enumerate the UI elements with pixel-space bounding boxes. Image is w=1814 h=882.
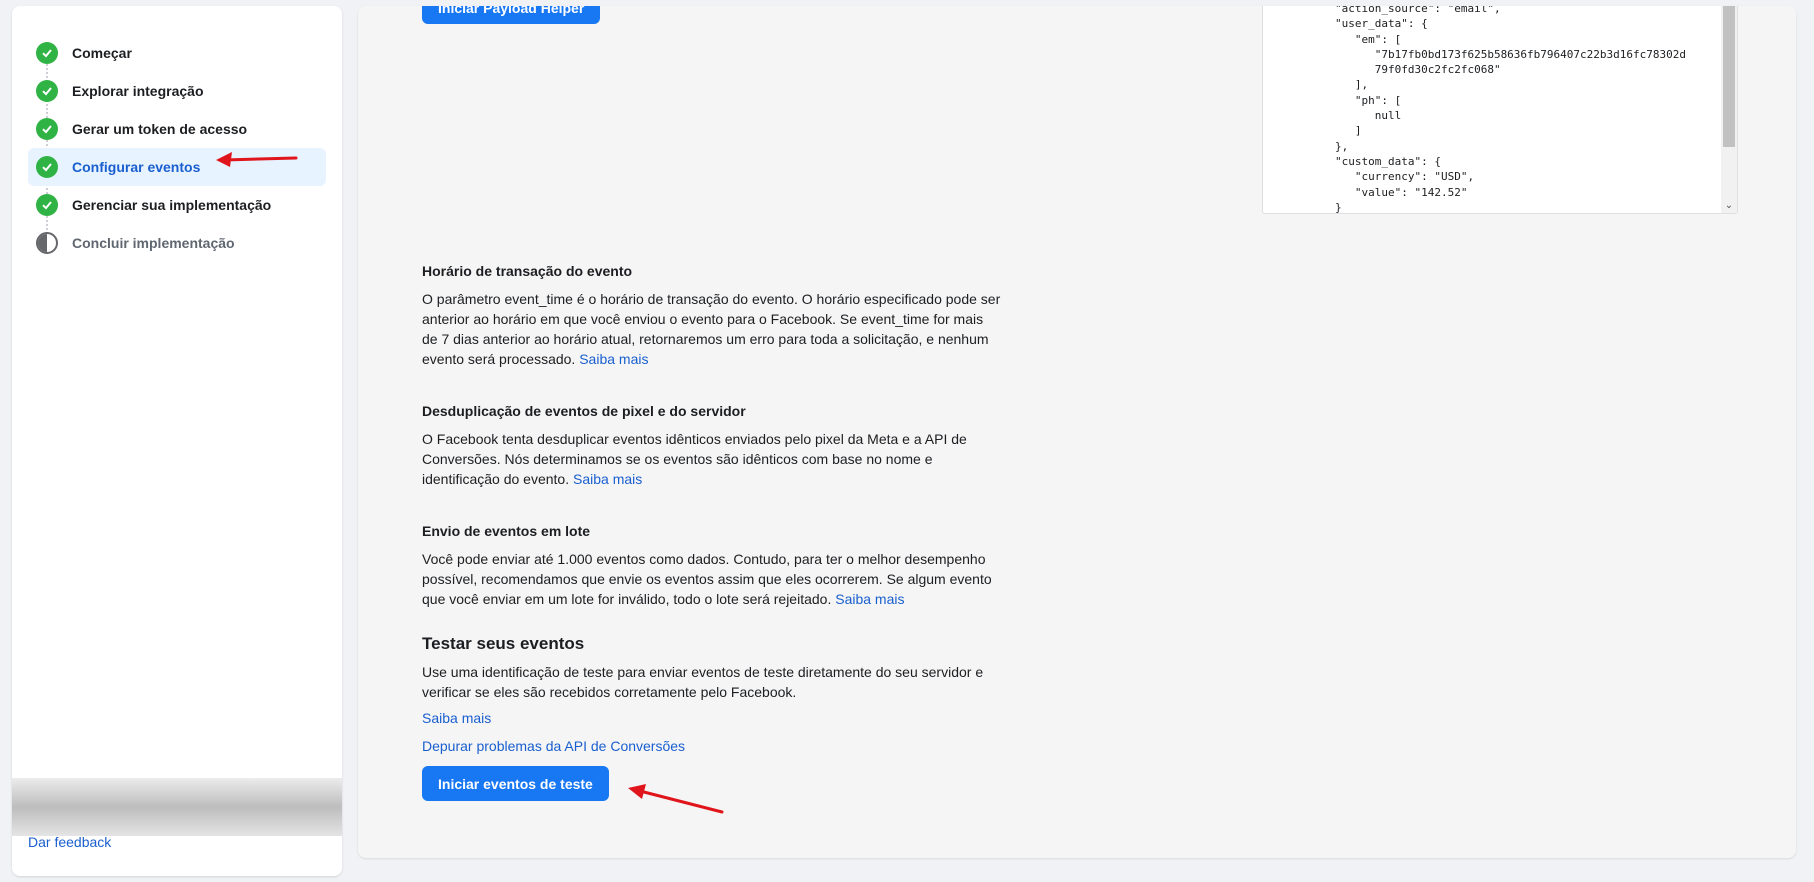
annotation-arrow-icon [628, 784, 724, 814]
test-events-title: Testar seus eventos [422, 634, 585, 653]
step-label: Gerar um token de acesso [72, 121, 248, 137]
section-title-dedup: Desduplicação de eventos de pixel e do s… [422, 403, 746, 419]
start-test-events-button[interactable]: Iniciar eventos de teste [422, 766, 609, 801]
section-text-batch: Você pode enviar até 1.000 eventos como … [422, 551, 992, 607]
test-events-text: Use uma identificação de teste para envi… [422, 664, 984, 700]
payload-helper-button[interactable]: Iniciar Payload Helper [422, 6, 601, 24]
step-label: Gerenciar sua implementação [72, 197, 272, 213]
step-label: Começar [72, 45, 132, 61]
code-scrollbar[interactable]: ⌄ [1721, 6, 1737, 213]
chevron-down-icon[interactable]: ⌄ [1724, 201, 1734, 211]
check-icon [36, 118, 58, 140]
debug-conversions-api-link[interactable]: Depurar problemas da API de Conversões [422, 738, 685, 754]
check-icon [36, 156, 58, 178]
step-label: Concluir implementação [72, 235, 235, 251]
step-comecar[interactable]: Começar [28, 34, 326, 72]
step-gerar-token[interactable]: Gerar um token de acesso [28, 110, 326, 148]
check-icon [36, 42, 58, 64]
feedback-link[interactable]: Dar feedback [28, 834, 111, 850]
code-sample: "action_source": "email", "user_data": {… [1335, 6, 1686, 214]
section-title-event-time: Horário de transação do evento [422, 263, 633, 279]
sidebar-panel: Começar Explorar integração Gerar um tok… [12, 6, 342, 876]
scrollbar-thumb[interactable] [1723, 6, 1735, 147]
main-panel: Iniciar Payload Helper "action_source": … [358, 6, 1796, 858]
check-icon [36, 80, 58, 102]
sidebar-fade [12, 778, 342, 836]
half-circle-icon [36, 232, 58, 254]
step-concluir-implementacao[interactable]: Concluir implementação [28, 224, 326, 262]
section-text-event-time: O parâmetro event_time é o horário de tr… [422, 291, 1001, 367]
code-sample-box[interactable]: "action_source": "email", "user_data": {… [1262, 6, 1738, 214]
test-learn-more-link[interactable]: Saiba mais [422, 710, 491, 726]
section-text-dedup: O Facebook tenta desduplicar eventos idê… [422, 431, 967, 487]
annotation-arrow-icon [216, 152, 298, 167]
step-label: Configurar eventos [72, 159, 201, 175]
learn-more-link[interactable]: Saiba mais [573, 471, 642, 487]
step-gerenciar-implementacao[interactable]: Gerenciar sua implementação [28, 186, 326, 224]
check-icon [36, 194, 58, 216]
section-title-batch: Envio de eventos em lote [422, 523, 591, 539]
learn-more-link[interactable]: Saiba mais [835, 591, 904, 607]
step-label: Explorar integração [72, 83, 204, 99]
step-explorar-integracao[interactable]: Explorar integração [28, 72, 326, 110]
learn-more-link[interactable]: Saiba mais [579, 351, 648, 367]
